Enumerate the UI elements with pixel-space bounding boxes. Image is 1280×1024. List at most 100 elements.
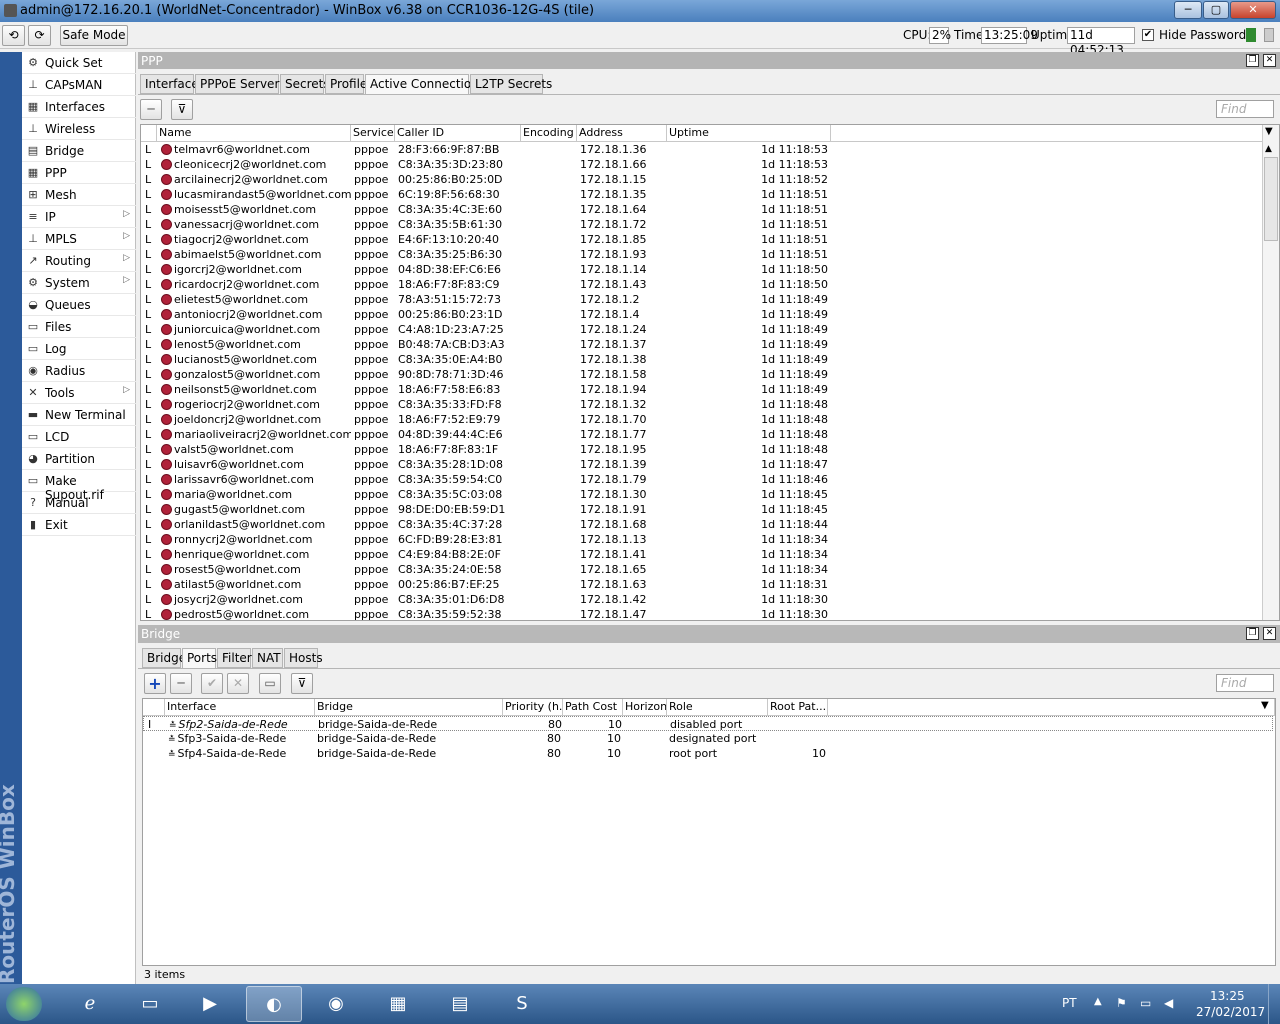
- sidebar-item-radius[interactable]: ◉ Radius: [22, 360, 136, 382]
- winbox-taskbar-icon[interactable]: ◐: [246, 986, 302, 1022]
- table-row[interactable]: Lmoisesst5@worldnet.com pppoe C8:3A:35:4C:…: [141, 202, 1263, 217]
- sidebar-item-exit[interactable]: ▮ Exit: [22, 514, 136, 536]
- column-header[interactable]: Uptime: [667, 125, 831, 141]
- sidebar-item-mpls[interactable]: ⊥ MPLS ▷: [22, 228, 136, 250]
- column-header[interactable]: Root Pat...: [768, 699, 828, 715]
- sidebar-item-bridge[interactable]: ▤ Bridge: [22, 140, 136, 162]
- tab-bridge[interactable]: Bridge: [142, 648, 186, 668]
- table-row[interactable]: Latilast5@worldnet.com pppoe 00:25:86:B7:E…: [141, 577, 1263, 592]
- chrome-icon[interactable]: ◉: [308, 986, 364, 1022]
- scroll-up-icon[interactable]: ▲: [1265, 144, 1272, 154]
- tab-active-connections[interactable]: Active Connections: [365, 74, 485, 95]
- table-row[interactable]: Ltiagocrj2@worldnet.com pppoe E4:6F:13:10:…: [141, 232, 1263, 247]
- sidebar-item-make-supout-rif[interactable]: ▭ Make Supout.rif: [22, 470, 136, 502]
- column-header[interactable]: Name: [157, 125, 351, 141]
- sidebar-item-system[interactable]: ⚙ System ▷: [22, 272, 136, 294]
- table-row[interactable]: Larcilainecrj2@worldnet.com pppoe 00:25:86…: [141, 172, 1263, 187]
- sidebar-item-log[interactable]: ▭ Log: [22, 338, 136, 360]
- table-row[interactable]: Labimaelst5@worldnet.com pppoe C8:3A:35:25…: [141, 247, 1263, 262]
- table-row[interactable]: Llucasmirandast5@worldnet.com pppoe 6C:19:…: [141, 187, 1263, 202]
- clock-time[interactable]: 13:25: [1210, 989, 1245, 1003]
- sidebar-item-manual[interactable]: ? Manual: [22, 492, 136, 514]
- column-header[interactable]: Interface: [165, 699, 315, 715]
- column-header[interactable]: Encoding: [521, 125, 577, 141]
- column-header[interactable]: [141, 125, 157, 141]
- ppp-filter-icon[interactable]: ⊽: [171, 99, 193, 120]
- table-row[interactable]: Lgonzalost5@worldnet.com pppoe 90:8D:78:71…: [141, 367, 1263, 382]
- table-row[interactable]: Llenost5@worldnet.com pppoe B0:48:7A:CB:D3…: [141, 337, 1263, 352]
- tab-nat[interactable]: NAT: [252, 648, 283, 668]
- table-row[interactable]: Lrogeriocrj2@worldnet.com pppoe C8:3A:35:3…: [141, 397, 1263, 412]
- ppp-scroll-thumb[interactable]: [1264, 157, 1278, 241]
- close-button[interactable]: ✕: [1230, 1, 1276, 19]
- ie-icon[interactable]: ℯ: [62, 986, 118, 1022]
- start-button[interactable]: [6, 987, 42, 1021]
- table-row[interactable]: Lrosest5@worldnet.com pppoe C8:3A:35:24:0E…: [141, 562, 1263, 577]
- sidebar-item-quick-set[interactable]: ⚙ Quick Set: [22, 52, 136, 74]
- sidebar-item-tools[interactable]: ✕ Tools ▷: [22, 382, 136, 404]
- bridge-column-menu-icon[interactable]: ▼: [1261, 700, 1269, 711]
- table-row[interactable]: Lantoniocrj2@worldnet.com pppoe 00:25:86:B…: [141, 307, 1263, 322]
- sidebar-item-wireless[interactable]: ⊥ Wireless: [22, 118, 136, 140]
- sidebar-item-queues[interactable]: ◒ Queues: [22, 294, 136, 316]
- column-header[interactable]: Service: [351, 125, 395, 141]
- tab-pppoe-servers[interactable]: PPPoE Servers: [195, 74, 286, 94]
- network-icon[interactable]: ▭: [1140, 996, 1151, 1010]
- column-header[interactable]: Horizon: [623, 699, 667, 715]
- undo-button[interactable]: ⟲: [2, 25, 25, 46]
- table-row[interactable]: Lorlanildast5@worldnet.com pppoe C8:3A:35:…: [141, 517, 1263, 532]
- hide-passwords-checkbox[interactable]: ✔: [1142, 29, 1154, 41]
- table-row[interactable]: ≛ Sfp3-Saida-de-Rede bridge-Saida-de-Rede 8…: [143, 731, 1273, 746]
- explorer-icon[interactable]: ▭: [122, 986, 178, 1022]
- table-row[interactable]: Ljoeldoncrj2@worldnet.com pppoe 18:A6:F7:5…: [141, 412, 1263, 427]
- table-row[interactable]: Ljuniorcuica@worldnet.com pppoe C4:A8:1D:2…: [141, 322, 1263, 337]
- table-row[interactable]: Lvanessacrj@worldnet.com pppoe C8:3A:35:5B…: [141, 217, 1263, 232]
- sidebar-item-interfaces[interactable]: ▦ Interfaces: [22, 96, 136, 118]
- column-header[interactable]: [831, 125, 1263, 141]
- table-row[interactable]: Lronnycrj2@worldnet.com pppoe 6C:FD:B9:28:…: [141, 532, 1263, 547]
- table-row[interactable]: Llucianost5@worldnet.com pppoe C8:3A:35:0E…: [141, 352, 1263, 367]
- ppp-remove-button[interactable]: ─: [140, 99, 162, 120]
- show-desktop-button[interactable]: [1268, 984, 1280, 1024]
- sidebar-item-routing[interactable]: ↗ Routing ▷: [22, 250, 136, 272]
- table-row[interactable]: Lmaria@worldnet.com pppoe C8:3A:35:5C:03:0…: [141, 487, 1263, 502]
- table-row[interactable]: Ltelmavr6@worldnet.com pppoe 28:F3:66:9F:8…: [141, 142, 1263, 157]
- tab-filters[interactable]: Filters: [217, 648, 258, 668]
- maximize-button[interactable]: ▢: [1203, 1, 1229, 19]
- tab-secrets[interactable]: Secrets: [280, 74, 330, 94]
- minimize-button[interactable]: ─: [1174, 1, 1202, 19]
- sidebar-item-files[interactable]: ▭ Files: [22, 316, 136, 338]
- bridge-add-button[interactable]: +: [144, 673, 166, 694]
- bridge-restore-button[interactable]: ❐: [1246, 627, 1259, 640]
- redo-button[interactable]: ⟳: [28, 25, 51, 46]
- sidebar-item-mesh[interactable]: ⊞ Mesh: [22, 184, 136, 206]
- tab-l2tp-secrets[interactable]: L2TP Secrets: [470, 74, 552, 94]
- table-row[interactable]: Llarissavr6@worldnet.com pppoe C8:3A:35:59…: [141, 472, 1263, 487]
- table-row[interactable]: I ≛ Sfp2-Saida-de-Rede bridge-Saida-de-Rede…: [143, 716, 1273, 731]
- table-row[interactable]: Lgugast5@worldnet.com pppoe 98:DE:D0:EB:59…: [141, 502, 1263, 517]
- table-row[interactable]: Lcleonicecrj2@worldnet.com pppoe C8:3A:35:…: [141, 157, 1263, 172]
- language-indicator[interactable]: PT: [1062, 996, 1077, 1010]
- bridge-find-input[interactable]: Find: [1216, 674, 1274, 692]
- sidebar-item-capsman[interactable]: ⊥ CAPsMAN: [22, 74, 136, 96]
- bridge-close-button[interactable]: ✕: [1263, 627, 1276, 640]
- bridge-disable-button[interactable]: ✕: [227, 673, 249, 694]
- tab-ports[interactable]: Ports: [182, 648, 217, 669]
- ppp-close-button[interactable]: ✕: [1263, 54, 1276, 67]
- table-row[interactable]: Lricardocrj2@worldnet.com pppoe 18:A6:F7:8…: [141, 277, 1263, 292]
- calculator-icon[interactable]: ▦: [370, 986, 426, 1022]
- table-row[interactable]: Lelietest5@worldnet.com pppoe 78:A3:51:15:…: [141, 292, 1263, 307]
- table-row[interactable]: ≛ Sfp4-Saida-de-Rede bridge-Saida-de-Rede 8…: [143, 746, 1273, 761]
- sidebar-item-ip[interactable]: ≡ IP ▷: [22, 206, 136, 228]
- bridge-remove-button[interactable]: ─: [170, 673, 192, 694]
- column-menu-icon[interactable]: ▼: [1265, 126, 1273, 137]
- bridge-enable-button[interactable]: ✔: [201, 673, 223, 694]
- sidebar-item-ppp[interactable]: ▦ PPP: [22, 162, 136, 184]
- tab-profiles[interactable]: Profiles: [325, 74, 374, 94]
- clock-date[interactable]: 27/02/2017: [1196, 1005, 1265, 1019]
- table-row[interactable]: Ljosycrj2@worldnet.com pppoe C8:3A:35:01:D…: [141, 592, 1263, 607]
- ppp-restore-button[interactable]: ❐: [1246, 54, 1259, 67]
- action-center-icon[interactable]: ⚑: [1116, 996, 1127, 1010]
- column-header[interactable]: Priority (h...: [503, 699, 563, 715]
- tab-interface[interactable]: Interface: [140, 74, 199, 94]
